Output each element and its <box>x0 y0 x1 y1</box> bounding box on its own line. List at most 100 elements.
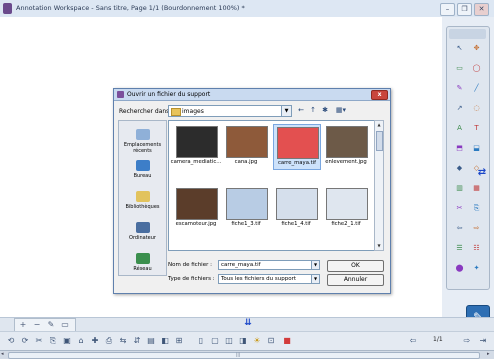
tool-icon[interactable]: ▢ <box>210 336 220 346</box>
up-folder-icon[interactable]: ↑ <box>308 105 318 115</box>
palette-tool-icon[interactable]: ⬤ <box>453 263 466 274</box>
palette-header[interactable] <box>449 29 486 39</box>
tool-icon[interactable]: ⇵ <box>132 336 142 346</box>
place-network[interactable]: Réseau <box>119 253 166 272</box>
palette-tool-icon[interactable]: ▥ <box>453 183 466 194</box>
palette-tool-icon[interactable]: ◌ <box>470 103 483 114</box>
palette-tool-icon[interactable]: ☰ <box>453 243 466 254</box>
palette-tool-icon[interactable]: ✥ <box>470 43 483 54</box>
palette-tool-icon[interactable]: ▦ <box>470 183 483 194</box>
palette-tool-icon[interactable]: A <box>453 123 466 134</box>
file-type-select[interactable]: Tous les fichiers du support ▼ <box>218 274 320 284</box>
file-item[interactable]: fiche1_4.tif <box>273 186 319 230</box>
palette-tool-icon[interactable]: ╱ <box>470 83 483 94</box>
place-desktop[interactable]: Bureau <box>119 160 166 179</box>
minimize-button[interactable]: – <box>440 3 455 16</box>
tool-icon[interactable]: ⌂ <box>76 336 86 346</box>
palette-tool-icon[interactable]: ▭ <box>453 63 466 74</box>
add-icon[interactable]: + <box>17 319 29 331</box>
palette-tool-icon[interactable]: ◆ <box>453 163 466 174</box>
palette-tool-icon[interactable]: ✦ <box>470 263 483 274</box>
scroll-left-icon[interactable]: ◂ <box>1 351 4 357</box>
chevron-down-icon[interactable]: ▼ <box>311 261 319 269</box>
tool-icon[interactable]: ◧ <box>160 336 170 346</box>
file-item[interactable]: camera_mediatic... <box>171 124 221 168</box>
view-menu-icon[interactable]: ▦▾ <box>334 105 348 115</box>
edit-icon[interactable]: ✎ <box>45 319 57 331</box>
tool-icon[interactable]: ⟲ <box>6 336 16 346</box>
tool-icon[interactable]: ▣ <box>62 336 72 346</box>
expand-down-icon[interactable]: ⇊ <box>240 317 256 329</box>
palette-tool-icon[interactable]: ⬓ <box>470 143 483 154</box>
ok-button[interactable]: OK <box>327 260 384 272</box>
dialog-title-bar[interactable]: Ouvrir un fichier du support x <box>114 89 390 101</box>
tool-icon[interactable]: ⎘ <box>48 336 58 346</box>
tool-icon[interactable]: ■ <box>282 336 292 346</box>
look-in-label: Rechercher dans : <box>119 108 174 115</box>
place-label: Bibliothèques <box>125 204 160 210</box>
tool-icon[interactable]: ◫ <box>224 336 234 346</box>
palette-tool-icon[interactable]: ✎ <box>453 83 466 94</box>
file-name: enlevement.jpg <box>325 159 367 165</box>
back-icon[interactable]: ← <box>296 105 306 115</box>
file-list[interactable]: camera_mediatic... cana.jpg carre_maya.tif… <box>168 120 375 251</box>
place-computer[interactable]: Ordinateur <box>119 222 166 241</box>
file-item[interactable]: cana.jpg <box>223 124 269 168</box>
cancel-button[interactable]: Annuler <box>327 274 384 286</box>
dialog-close-button[interactable]: x <box>371 90 388 100</box>
file-item[interactable]: carre_maya.tif <box>273 124 321 170</box>
chevron-down-icon[interactable]: ▼ <box>311 275 319 283</box>
scroll-up-icon[interactable]: ▲ <box>375 122 383 127</box>
file-name-input[interactable]: carre_maya.tif ▼ <box>218 260 320 270</box>
dialog-title: Ouvrir un fichier du support <box>127 91 211 98</box>
new-folder-icon[interactable]: ✱ <box>320 105 330 115</box>
last-page-icon[interactable]: ⇥ <box>478 336 488 346</box>
previous-page-icon[interactable]: ⇦ <box>408 336 418 346</box>
palette-tool-icon[interactable]: ☷ <box>470 243 483 254</box>
toggle-panel-arrow-icon[interactable]: ⇄ <box>474 166 490 180</box>
file-list-scrollbar[interactable]: ▲ ▼ <box>374 120 384 251</box>
file-item[interactable]: escamoteur.jpg <box>173 186 219 230</box>
scroll-right-icon[interactable]: ▸ <box>487 351 490 357</box>
tool-icon[interactable]: ⎙ <box>104 336 114 346</box>
file-item[interactable]: enlevement.jpg <box>323 124 369 168</box>
palette-tool-icon[interactable]: ⇦ <box>453 223 466 234</box>
tool-icon[interactable]: ☀ <box>252 336 262 346</box>
remove-icon[interactable]: − <box>31 319 43 331</box>
chevron-down-icon[interactable]: ▼ <box>281 106 291 116</box>
file-item[interactable]: fiche2_1.tif <box>323 186 369 230</box>
palette-tool-icon[interactable]: ↖ <box>453 43 466 54</box>
tool-icon[interactable]: ▯ <box>196 336 206 346</box>
tool-icon[interactable]: ⇆ <box>118 336 128 346</box>
scrollbar-thumb[interactable] <box>376 131 383 151</box>
file-thumbnail <box>326 126 368 158</box>
tool-icon[interactable]: ⊞ <box>174 336 184 346</box>
libraries-icon <box>135 191 150 202</box>
palette-tool-icon[interactable]: T <box>470 123 483 134</box>
tool-palette: ↖ ✥ ▭ ◯ ✎ ╱ ↗ ◌ A T ⬒ ⬓ ◆ ◇ ▥ ▦ ✂ ⎘ ⇦ ⇨ ☰ ☷ ⬤ ✦ <box>446 26 490 290</box>
scroll-down-icon[interactable]: ▼ <box>375 243 383 248</box>
tool-icon[interactable]: ▤ <box>146 336 156 346</box>
look-in-dropdown[interactable]: images ▼ <box>168 105 292 117</box>
page-icon[interactable]: ▭ <box>59 319 71 331</box>
tool-icon[interactable]: ◨ <box>238 336 248 346</box>
close-button[interactable]: ✕ <box>474 3 489 16</box>
restore-button[interactable]: ❐ <box>457 3 472 16</box>
palette-tool-icon[interactable]: ✂ <box>453 203 466 214</box>
tool-icon[interactable]: ⟳ <box>20 336 30 346</box>
tool-icon[interactable]: ✂ <box>34 336 44 346</box>
palette-tool-icon[interactable]: ↗ <box>453 103 466 114</box>
file-item[interactable]: fiche1_3.tif <box>223 186 269 230</box>
place-recent-places[interactable]: Emplacements récents <box>119 129 166 154</box>
palette-tool-icon[interactable]: ◯ <box>470 63 483 74</box>
place-libraries[interactable]: Bibliothèques <box>119 191 166 210</box>
next-page-icon[interactable]: ⇨ <box>462 336 472 346</box>
file-name: fiche1_3.tif <box>231 221 261 227</box>
app-icon <box>3 3 12 14</box>
palette-tool-icon[interactable]: ⇨ <box>470 223 483 234</box>
open-file-dialog: Ouvrir un fichier du support x Recherche… <box>113 88 391 294</box>
palette-tool-icon[interactable]: ⎘ <box>470 203 483 214</box>
palette-tool-icon[interactable]: ⬒ <box>453 143 466 154</box>
tool-icon[interactable]: ✚ <box>90 336 100 346</box>
tool-icon[interactable]: ⊡ <box>266 336 276 346</box>
